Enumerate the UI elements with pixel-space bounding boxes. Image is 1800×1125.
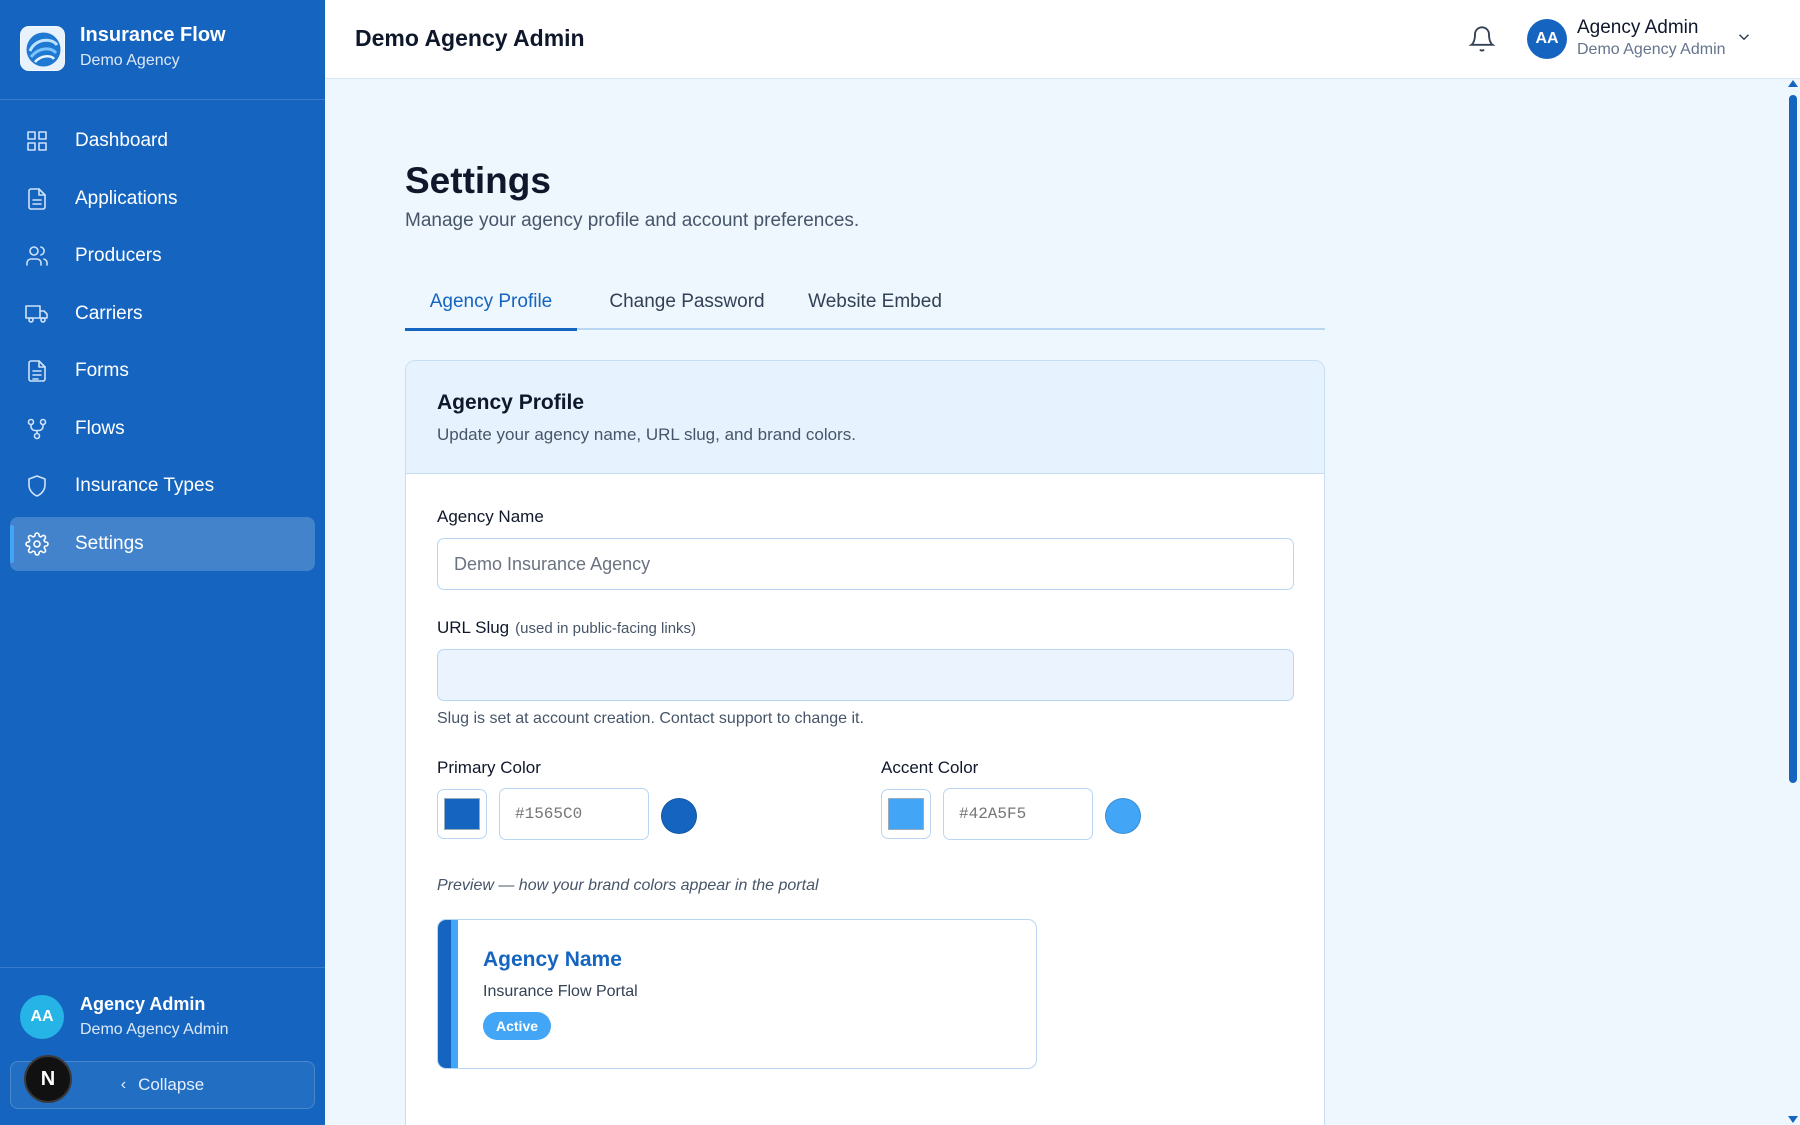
scroll-down-arrow-icon[interactable] bbox=[1788, 1116, 1798, 1123]
preview-subtitle: Insurance Flow Portal bbox=[483, 983, 638, 1000]
url-slug-label-text: URL Slug bbox=[437, 618, 510, 637]
git-branch-icon bbox=[27, 418, 47, 439]
settings-tabs: Agency Profile Change Password Website E… bbox=[405, 280, 1325, 331]
accent-color-picker[interactable] bbox=[881, 789, 931, 839]
page-scrollbar[interactable] bbox=[1786, 80, 1800, 1125]
card-header: Agency Profile Update your agency name, … bbox=[406, 361, 1324, 474]
url-slug-help: Slug is set at account creation. Contact… bbox=[437, 710, 864, 727]
notifications-button[interactable] bbox=[1468, 25, 1496, 53]
preview-agency-name: Agency Name bbox=[483, 948, 622, 971]
card-title: Agency Profile bbox=[437, 391, 585, 414]
chevron-down-icon bbox=[1738, 34, 1750, 41]
sidebar-item-label: Forms bbox=[75, 360, 129, 381]
agency-profile-card: Agency Profile Update your agency name, … bbox=[405, 360, 1325, 1125]
sidebar-item-label: Insurance Types bbox=[75, 475, 215, 496]
sidebar-item-label: Applications bbox=[75, 187, 178, 209]
header-title: Demo Agency Admin bbox=[355, 25, 585, 51]
preview-label: Preview — how your brand colors appear i… bbox=[437, 877, 819, 894]
chevron-left-icon: ‹ bbox=[120, 1076, 127, 1093]
avatar: AA bbox=[20, 995, 64, 1039]
sidebar-user-name: Agency Admin bbox=[80, 994, 206, 1014]
header-user-role: Demo Agency Admin bbox=[1577, 41, 1726, 58]
sidebar-item-dashboard[interactable]: Dashboard bbox=[10, 114, 315, 168]
preview-accent-bar bbox=[438, 920, 458, 1068]
sidebar-item-flows[interactable]: Flows bbox=[10, 402, 315, 456]
primary-color-hex-input[interactable] bbox=[499, 788, 649, 840]
sidebar-item-label: Flows bbox=[75, 417, 125, 439]
grid-icon bbox=[27, 131, 47, 151]
collapse-label: Collapse bbox=[138, 1075, 205, 1094]
agency-name: Demo Agency bbox=[80, 52, 180, 69]
url-slug-label: URL Slug (used in public-facing links) bbox=[437, 618, 696, 638]
page-title: Settings bbox=[405, 160, 551, 201]
shield-icon bbox=[28, 475, 46, 497]
scrollbar-thumb[interactable] bbox=[1789, 95, 1797, 783]
url-slug-hint: (used in public-facing links) bbox=[515, 620, 697, 637]
sidebar-item-insurance-types[interactable]: Insurance Types bbox=[10, 459, 315, 513]
topbar: Demo Agency Admin AA Agency Admin Demo A… bbox=[325, 0, 1800, 79]
sidebar-item-label: Dashboard bbox=[75, 130, 168, 151]
document-icon bbox=[28, 360, 46, 382]
sidebar-item-label: Settings bbox=[75, 532, 144, 554]
agency-name-label: Agency Name bbox=[437, 507, 544, 526]
gear-icon bbox=[25, 531, 49, 556]
sidebar-item-label: Producers bbox=[75, 245, 162, 266]
brand-header: Insurance Flow Demo Agency bbox=[0, 0, 325, 100]
app-logo-icon bbox=[20, 26, 65, 71]
accent-color-label: Accent Color bbox=[881, 758, 979, 777]
tab-agency-profile[interactable]: Agency Profile bbox=[405, 280, 577, 331]
primary-color-label: Primary Color bbox=[437, 758, 541, 777]
tab-website-embed[interactable]: Website Embed bbox=[797, 280, 953, 330]
bell-icon bbox=[1468, 26, 1496, 52]
file-icon bbox=[28, 187, 46, 210]
status-badge: Active bbox=[483, 1012, 552, 1040]
sidebar-user-role: Demo Agency Admin bbox=[80, 1021, 229, 1038]
agency-name-input[interactable] bbox=[437, 538, 1294, 590]
accent-color-hex-input[interactable] bbox=[943, 788, 1093, 840]
primary-color-dot bbox=[661, 798, 697, 834]
page-subtitle: Manage your agency profile and account p… bbox=[405, 210, 860, 231]
dev-tools-badge[interactable]: N bbox=[24, 1055, 72, 1103]
sidebar-item-carriers[interactable]: Carriers bbox=[10, 287, 315, 341]
primary-color-swatch bbox=[444, 798, 480, 830]
users-icon bbox=[26, 246, 48, 266]
scroll-up-arrow-icon[interactable] bbox=[1788, 80, 1798, 87]
sidebar-item-producers[interactable]: Producers bbox=[10, 229, 315, 283]
primary-color-picker[interactable] bbox=[437, 789, 487, 839]
sidebar-nav: Dashboard Applications Producers Carrier… bbox=[10, 114, 315, 574]
sidebar-user: AA Agency Admin Demo Agency Admin bbox=[0, 967, 325, 1057]
url-slug-input bbox=[437, 649, 1294, 701]
accent-color-dot bbox=[1105, 798, 1141, 834]
sidebar-item-label: Carriers bbox=[75, 302, 143, 324]
sidebar-item-settings[interactable]: Settings bbox=[10, 516, 315, 571]
brand-preview-card: Agency Name Insurance Flow Portal Active bbox=[437, 919, 1037, 1069]
accent-color-swatch bbox=[888, 798, 924, 830]
sidebar: Insurance Flow Demo Agency Dashboard App… bbox=[0, 0, 325, 1125]
truck-icon bbox=[25, 304, 48, 323]
avatar[interactable]: AA bbox=[1527, 19, 1567, 59]
sidebar-item-applications[interactable]: Applications bbox=[10, 172, 315, 226]
header-user-name[interactable]: Agency Admin bbox=[1577, 17, 1698, 39]
tab-change-password[interactable]: Change Password bbox=[597, 280, 777, 330]
card-description: Update your agency name, URL slug, and b… bbox=[437, 425, 856, 444]
user-menu-button[interactable] bbox=[1735, 28, 1753, 46]
app-name: Insurance Flow bbox=[80, 24, 226, 46]
sidebar-item-forms[interactable]: Forms bbox=[10, 344, 315, 398]
